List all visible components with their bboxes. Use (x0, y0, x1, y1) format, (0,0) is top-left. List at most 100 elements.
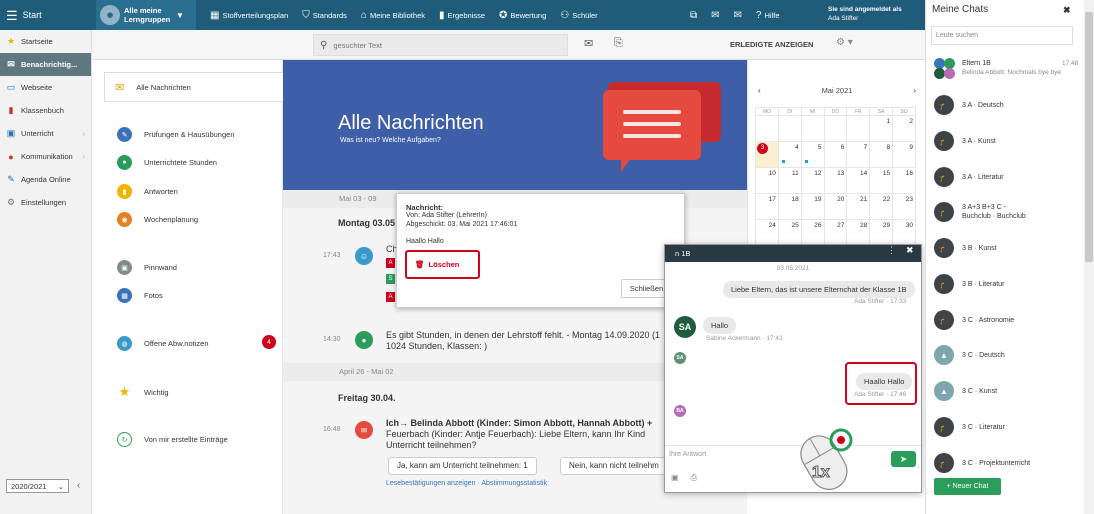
sidebar-item-kommunikation[interactable]: ● Kommunikation › (0, 145, 91, 168)
category-stunden[interactable]: ● Unterrichtete Stunden (117, 155, 217, 170)
calendar-day[interactable]: 26 (800, 219, 825, 246)
sidebar-item-klassenbuch[interactable]: ▮ Klassenbuch (0, 99, 91, 122)
category-fotos[interactable]: ▦ Fotos (117, 288, 163, 303)
calendar-day[interactable]: 27 (823, 219, 848, 246)
read-receipts-link[interactable]: Lesebestätigungen anzeigen · Abstimmungs… (386, 480, 547, 487)
calendar-day[interactable]: 5 (800, 141, 825, 168)
image-icon[interactable]: ▣ (671, 473, 679, 483)
category-wichtig[interactable]: ★ Wichtig (117, 384, 169, 400)
sidebar-item-einstellungen[interactable]: ⚙ Einstellungen (0, 191, 91, 214)
calendar-day[interactable]: 8 (869, 141, 894, 168)
calendar-day[interactable] (800, 115, 825, 142)
nav-ergebnisse[interactable]: ▮ Ergebnisse (439, 10, 485, 21)
screen-share-icon[interactable]: ⧉ (690, 10, 697, 21)
chat-bubbles-icon[interactable]: ✉ (711, 10, 719, 21)
chat-list-item[interactable]: 🎓 3 A · Kunst (934, 131, 996, 151)
help-button[interactable]: ? Hilfe (756, 10, 780, 21)
chat-message[interactable]: Hallo (703, 317, 737, 334)
nav-bibliothek[interactable]: ⌂ Meine Bibliothek (361, 10, 425, 21)
calendar-day[interactable]: 9 (892, 141, 916, 168)
chat-list-item[interactable]: 🎓 3 B · Literatur (934, 274, 1004, 294)
mail-icon[interactable]: ✉ (734, 10, 742, 21)
calendar-day[interactable] (846, 115, 871, 142)
calendar-day[interactable] (755, 115, 779, 142)
calendar-day[interactable]: 28 (846, 219, 871, 246)
category-antworten[interactable]: ▮ Antworten (117, 184, 178, 199)
school-year-select[interactable]: 2020/2021 ⌄ (6, 479, 69, 493)
calendar-day[interactable]: 17 (755, 193, 779, 220)
category-wochenplanung[interactable]: ◉ Wochenplanung (117, 212, 198, 227)
calendar-day[interactable]: 10 (755, 167, 779, 194)
scrollbar[interactable] (1084, 0, 1094, 514)
group-selector[interactable]: ◉ Alle meine Lerngruppen ▼ (96, 0, 196, 30)
chat-reply-input[interactable]: Ihre Antwort (669, 451, 706, 458)
chevron-left-icon[interactable]: ‹ (758, 86, 761, 95)
sidebar-item-agenda[interactable]: ✎ Agenda Online (0, 168, 91, 191)
category-meine-eintraege[interactable]: ↻ Von mir erstellte Einträge (117, 432, 228, 447)
more-options-icon[interactable]: ⋮ (887, 245, 896, 256)
sidebar-item-startseite[interactable]: ★ Startseite (0, 30, 91, 53)
calendar-day[interactable]: 11 (777, 167, 802, 194)
calendar-day[interactable]: 22 (869, 193, 894, 220)
category-abwesenheit[interactable]: ◍ Offene Abw.notizen (117, 336, 209, 351)
calendar-day[interactable]: 2 (892, 115, 916, 142)
calendar-day[interactable]: 30 (892, 219, 916, 246)
chat-list-item[interactable]: 🎓 3 C · Projektunterricht (934, 453, 1030, 473)
close-icon[interactable]: ✖ (906, 245, 914, 256)
scrollbar-thumb[interactable] (1085, 12, 1093, 262)
chat-message[interactable]: Liebe Eltern, das ist unsere Elternchat … (723, 281, 915, 298)
chat-list-item[interactable]: 🎓 3 C · Literatur (934, 417, 1005, 437)
calendar-day[interactable]: 15 (869, 167, 894, 194)
calendar-day[interactable]: 24 (755, 219, 779, 246)
category-all-messages[interactable]: ✉ Alle Nachrichten (104, 72, 284, 102)
settings-gear-icon[interactable]: ⚙ ▾ (836, 37, 853, 48)
chat-list-item[interactable]: ▲ 3 C · Kunst (934, 381, 997, 401)
calendar-day[interactable]: 18 (777, 193, 802, 220)
calendar-day[interactable]: 14 (846, 167, 871, 194)
chat-list-item[interactable]: 🎓 3 A · Deutsch (934, 95, 1004, 115)
category-pruefungen[interactable]: ✎ Prüfungen & Hausübungen (117, 127, 235, 142)
collapse-sidebar-icon[interactable]: ‹ (77, 480, 80, 491)
calendar-day[interactable] (823, 115, 848, 142)
calendar-day[interactable]: 4 (777, 141, 802, 168)
chat-list-item[interactable]: 🎓 3 A · Literatur (934, 167, 1004, 187)
show-done-button[interactable]: ERLEDIGTE ANZEIGEN (730, 40, 813, 49)
chat-list-item[interactable]: 🎓 3 A+3 B+3 C - Buchclub · Buchclub (934, 202, 1032, 222)
nav-schueler[interactable]: ⚇ Schüler (560, 10, 597, 21)
clipboard-icon[interactable]: ⎘ (614, 37, 623, 50)
attachment-icon[interactable]: ⎙ (691, 473, 697, 483)
start-menu-button[interactable]: ☰ Start (0, 0, 96, 30)
people-search-input[interactable]: Leute suchen (931, 26, 1073, 45)
calendar-day[interactable] (777, 115, 802, 142)
calendar-day[interactable]: 25 (777, 219, 802, 246)
calendar-day[interactable]: 13 (823, 167, 848, 194)
chevron-right-icon[interactable]: › (913, 86, 916, 95)
chat-list-item[interactable]: 🎓 3 B · Kunst (934, 238, 997, 258)
calendar-day[interactable]: 16 (892, 167, 916, 194)
calendar-day[interactable]: 1 (869, 115, 894, 142)
vote-no-button[interactable]: Nein, kann nicht teilnehm (560, 457, 680, 475)
calendar-day[interactable]: 21 (846, 193, 871, 220)
sidebar-item-webseite[interactable]: ▭ Webseite (0, 76, 91, 99)
calendar-day[interactable]: 19 (800, 193, 825, 220)
envelope-icon[interactable]: ✉ (584, 37, 593, 50)
calendar-day-today[interactable]: 3 (755, 141, 779, 168)
calendar-day[interactable]: 7 (846, 141, 871, 168)
calendar-day[interactable]: 20 (823, 193, 848, 220)
send-button[interactable]: ➤ (891, 451, 916, 467)
search-input[interactable]: ⚲ gesuchter Text (313, 34, 568, 56)
nav-stoffverteilungsplan[interactable]: ▦ Stoffverteilungsplan (210, 10, 288, 21)
nav-standards[interactable]: ⛉ Standards (302, 10, 347, 21)
calendar-day[interactable]: 6 (823, 141, 848, 168)
calendar-day[interactable]: 12 (800, 167, 825, 194)
sidebar-item-unterricht[interactable]: ▣ Unterricht › (0, 122, 91, 145)
user-info[interactable]: Sie sind angemeldet als Ada Stifter (828, 5, 902, 23)
nav-bewertung[interactable]: ✪ Bewertung (499, 10, 546, 21)
chat-list-item[interactable]: 🎓 3 C · Astronomie (934, 310, 1014, 330)
chat-list-item[interactable]: ▲ 3 C · Deutsch (934, 345, 1005, 365)
delete-message-button[interactable]: 🗑 Löschen (405, 250, 480, 279)
calendar-day[interactable]: 29 (869, 219, 894, 246)
message-text[interactable]: Ich→ Belinda Abbott (Kinder: Simon Abbot… (386, 418, 676, 451)
vote-yes-button[interactable]: Ja, kann am Unterricht teilnehmen: 1 (388, 457, 537, 475)
close-icon[interactable]: ✖ (1063, 5, 1071, 16)
